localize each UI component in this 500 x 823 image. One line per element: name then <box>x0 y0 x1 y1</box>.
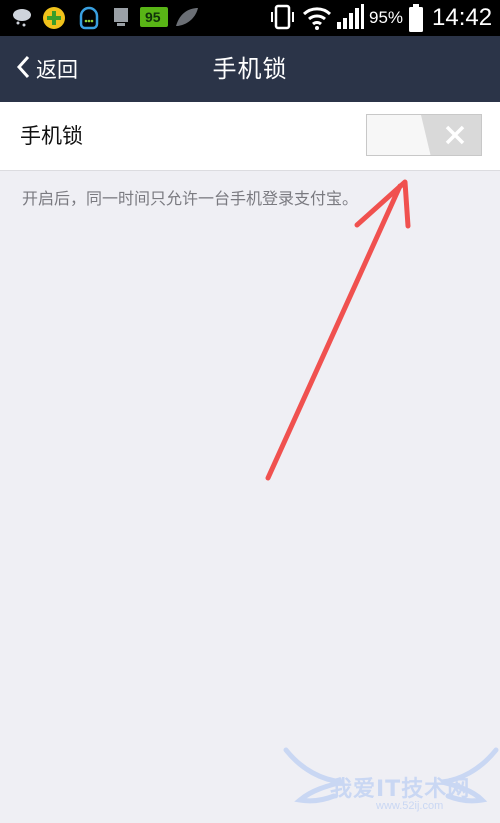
cloud-icon <box>10 6 34 32</box>
phone-vibrate-icon <box>268 4 296 36</box>
setting-label: 手机锁 <box>20 124 83 148</box>
battery-percent: 95% <box>369 8 404 27</box>
status-bar: 95 95% 14:42 <box>0 0 500 36</box>
chat-bubble-icon <box>77 6 101 36</box>
status-time: 14:42 <box>432 4 493 31</box>
watermark-url: www.52ij.com <box>376 800 444 812</box>
navigation-header: 返回 手机锁 <box>0 36 500 102</box>
battery-icon <box>409 4 423 36</box>
hint-text: 开启后，同一时间只允许一台手机登录支付宝。 <box>22 189 359 208</box>
wifi-icon <box>302 6 332 34</box>
sim-icon <box>112 6 130 32</box>
plus-shield-icon <box>42 6 66 34</box>
watermark-text: 我爱IT技术网 <box>330 777 471 802</box>
battery-badge-number: 95 <box>145 9 161 25</box>
page-title: 手机锁 <box>212 55 288 83</box>
signal-icon <box>336 4 364 34</box>
leaf-icon <box>174 6 200 32</box>
phone-lock-toggle[interactable] <box>366 114 482 156</box>
